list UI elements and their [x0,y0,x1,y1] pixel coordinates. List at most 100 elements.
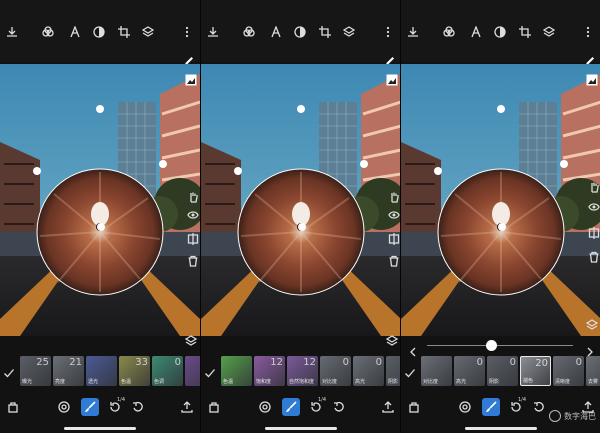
eye-icon[interactable] [387,208,400,222]
palette-icon[interactable] [242,25,256,39]
chip-label: 高光 [456,379,467,385]
adjust-chip[interactable]: 12 自然饱和度 [287,356,318,386]
undo-icon[interactable] [332,400,346,414]
slider-track[interactable] [427,345,573,346]
compare-icon[interactable] [186,232,200,246]
check-icon[interactable] [3,364,17,378]
mask-handle[interactable] [498,223,506,231]
layers-icon[interactable] [184,334,198,348]
crop-icon[interactable] [117,25,131,39]
mask-handle[interactable] [360,160,368,168]
mask-handle[interactable] [298,223,306,231]
brush-icon[interactable] [482,398,500,416]
mask-handle[interactable] [434,167,442,175]
hand-icon[interactable] [186,190,200,204]
chip-label: 亮度 [55,379,66,385]
adjust-chip[interactable]: 0 对比度 [320,356,351,386]
adjust-chip[interactable]: 21 亮度 [53,356,84,386]
check-icon[interactable] [404,364,418,378]
adjust-chip[interactable]: 0 阴影 [487,356,518,386]
crop-icon[interactable] [318,25,332,39]
palette-icon[interactable] [41,25,55,39]
brush-icon[interactable] [282,398,300,416]
mask-icon[interactable] [493,25,507,39]
target-icon[interactable] [57,400,71,414]
layers-icon[interactable] [542,25,556,39]
download-icon[interactable] [206,25,220,39]
text-icon[interactable] [68,25,82,39]
adjust-chip[interactable]: 0 色调 [152,356,183,386]
adjust-chip[interactable]: 20 褪色 [520,356,551,386]
gallery-icon[interactable] [385,73,399,87]
chip-label: 色温 [223,379,234,385]
slider-thumb[interactable] [486,340,498,351]
trash-icon[interactable] [587,250,600,264]
adjust-chip[interactable]: 0 清晰度 [553,356,584,386]
target-icon[interactable] [458,400,472,414]
chip-value: 20 [535,358,548,369]
bag-icon[interactable] [207,400,221,414]
eye-icon[interactable] [186,208,200,222]
target-icon[interactable] [258,400,272,414]
compare-icon[interactable] [387,232,400,246]
palette-icon[interactable] [442,25,456,39]
share-icon[interactable] [381,400,395,414]
mask-handle[interactable] [560,160,568,168]
text-icon[interactable] [469,25,483,39]
download-icon[interactable] [5,25,19,39]
gallery-icon[interactable] [585,73,599,87]
more-icon[interactable] [581,25,595,39]
adjust-chip[interactable] [185,356,200,386]
adjust-chip[interactable]: 0 高光 [454,356,485,386]
adjust-chip[interactable]: 阴影 [386,356,400,386]
hand-icon[interactable] [387,190,400,204]
share-icon[interactable] [180,400,194,414]
chip-label: 对比度 [423,379,439,385]
mask-handle[interactable] [96,105,104,113]
trash-icon[interactable] [387,254,400,268]
layers-icon[interactable] [342,25,356,39]
more-icon[interactable] [381,25,395,39]
mask-handle[interactable] [234,167,242,175]
editor-screen-1: 25 曝光 21 亮度 透光 33 色温 0 色调 1/4 [0,0,200,433]
layers-icon[interactable] [385,334,399,348]
undo-icon[interactable] [131,400,145,414]
text-icon[interactable] [269,25,283,39]
layers-icon[interactable] [141,25,155,39]
undo-icon[interactable] [532,400,546,414]
gallery-icon[interactable] [184,73,198,87]
bag-icon[interactable] [407,400,421,414]
download-icon[interactable] [406,25,420,39]
eye-icon[interactable] [587,200,600,214]
trash-icon[interactable] [186,254,200,268]
adjust-chip[interactable]: 0 高光 [353,356,384,386]
mask-handle[interactable] [159,160,167,168]
brush-icon[interactable] [81,398,99,416]
mask-handle[interactable] [97,223,105,231]
compare-icon[interactable] [587,226,600,240]
chevron-left-icon[interactable] [409,342,417,361]
mask-icon[interactable] [293,25,307,39]
mask-handle[interactable] [33,167,41,175]
adjust-chip[interactable]: 12 饱和度 [254,356,285,386]
chip-value: 0 [575,357,582,368]
adjust-chip[interactable]: 对比度 [421,356,452,386]
adjust-chip[interactable]: 33 色温 [119,356,150,386]
hand-icon[interactable] [587,180,600,194]
chip-label: 清晰度 [555,379,571,385]
crop-icon[interactable] [518,25,532,39]
adjust-chip[interactable]: 透光 [86,356,117,386]
check-icon[interactable] [204,364,218,378]
adjust-chip[interactable]: 0去雾 [586,356,600,386]
adjust-chip[interactable]: 25 曝光 [20,356,51,386]
mask-icon[interactable] [92,25,106,39]
chip-value: 0 [509,357,516,368]
layers-icon[interactable] [585,318,599,332]
adjust-slider[interactable] [401,336,600,357]
bag-icon[interactable] [6,400,20,414]
more-icon[interactable] [180,25,194,39]
mask-handle[interactable] [497,105,505,113]
adjust-chip[interactable]: 色温 [221,356,252,386]
history-badge: 1/4 [518,397,527,403]
mask-handle[interactable] [297,105,305,113]
